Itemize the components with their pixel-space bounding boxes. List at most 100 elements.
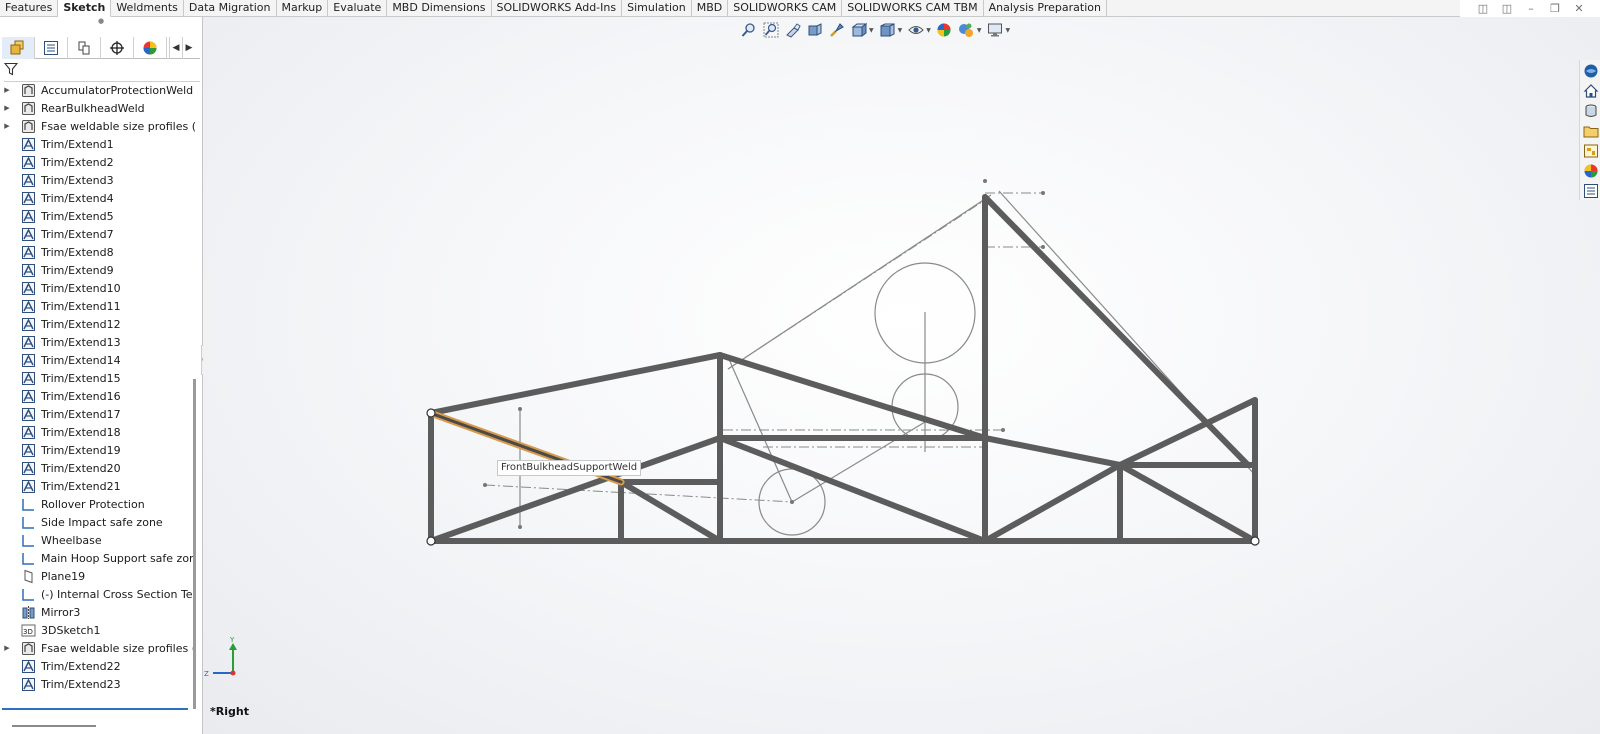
- tree-item[interactable]: Wheelbase: [0, 531, 196, 549]
- expand-arrow-icon[interactable]: ▶: [0, 644, 14, 652]
- tree-item[interactable]: Mirror3: [0, 603, 196, 621]
- command-tab-features[interactable]: Features: [0, 0, 59, 17]
- expand-arrow-icon[interactable]: ▶: [0, 122, 14, 130]
- tab-scroll-left-icon[interactable]: ◀: [169, 37, 182, 59]
- tree-item[interactable]: Trim/Extend3: [0, 171, 196, 189]
- panel-splitter-icon[interactable]: ●: [0, 17, 202, 26]
- rear-lower-diagonal-tube[interactable]: [982, 462, 1123, 544]
- tile-left-icon[interactable]: ◫: [1476, 3, 1490, 16]
- tree-item[interactable]: Trim/Extend11: [0, 297, 196, 315]
- weldment-frame-model[interactable]: [203, 17, 1600, 734]
- command-tab-markup[interactable]: Markup: [277, 0, 329, 17]
- tree-item-label: Trim/Extend22: [41, 659, 121, 673]
- configuration-manager-tab[interactable]: [68, 37, 101, 59]
- tree-item[interactable]: 3D 3DSketch1: [0, 621, 196, 639]
- tile-right-icon[interactable]: ◫: [1500, 3, 1514, 16]
- tree-item-label: Mirror3: [41, 605, 81, 619]
- sketch-point[interactable]: [483, 483, 487, 487]
- property-manager-tab[interactable]: [35, 37, 68, 59]
- front-lower-diagonal-tube[interactable]: [428, 435, 723, 544]
- tree-item[interactable]: Trim/Extend15: [0, 369, 196, 387]
- command-tab-weldments[interactable]: Weldments: [111, 0, 184, 17]
- filter-icon[interactable]: [3, 62, 19, 76]
- sketch-point[interactable]: [790, 500, 794, 504]
- tree-item[interactable]: Trim/Extend4: [0, 189, 196, 207]
- tree-item[interactable]: Side Impact safe zone: [0, 513, 196, 531]
- front-top-node[interactable]: [426, 408, 436, 418]
- command-tab-mbd-dimensions[interactable]: MBD Dimensions: [387, 0, 492, 17]
- command-tab-mbd[interactable]: MBD: [692, 0, 729, 17]
- display-manager-tab[interactable]: [134, 37, 167, 59]
- restore-icon[interactable]: ❐: [1548, 3, 1562, 16]
- tree-item[interactable]: Trim/Extend12: [0, 315, 196, 333]
- feature-tree-tab[interactable]: [2, 37, 35, 59]
- tree-item[interactable]: Trim/Extend21: [0, 477, 196, 495]
- tree-item-label: Trim/Extend14: [41, 353, 121, 367]
- tree-item[interactable]: Trim/Extend13: [0, 333, 196, 351]
- trim-extend-icon: [20, 172, 36, 188]
- rear-upper-rail-tube[interactable]: [982, 435, 1123, 468]
- expand-arrow-icon[interactable]: ▶: [0, 86, 14, 94]
- tree-item[interactable]: Rollover Protection: [0, 495, 196, 513]
- tree-item[interactable]: ▶ AccumulatorProtectionWeld: [0, 81, 196, 99]
- expand-arrow-icon[interactable]: ▶: [0, 104, 14, 112]
- tree-item[interactable]: Main Hoop Support safe zone: [0, 549, 196, 567]
- tree-item[interactable]: Trim/Extend2: [0, 153, 196, 171]
- sketch-point[interactable]: [1041, 245, 1045, 249]
- tree-item[interactable]: ▶ Fsae weldable size profiles (2022) S: [0, 117, 196, 135]
- tree-item[interactable]: Trim/Extend5: [0, 207, 196, 225]
- rear-bottom-node[interactable]: [1250, 536, 1260, 546]
- command-tab-solidworks-cam-tbm[interactable]: SOLIDWORKS CAM TBM: [842, 0, 984, 17]
- tree-horizontal-scrollbar[interactable]: [12, 725, 96, 727]
- command-tab-simulation[interactable]: Simulation: [622, 0, 692, 17]
- graphics-area[interactable]: ▼ ▼ ▼ ▼ ▼ FrontBulkheadSupportWeld Y Z *…: [203, 17, 1600, 734]
- sketch-point[interactable]: [1041, 191, 1045, 195]
- tree-item[interactable]: Trim/Extend18: [0, 423, 196, 441]
- tree-item[interactable]: Trim/Extend22: [0, 657, 196, 675]
- tree-item[interactable]: Trim/Extend19: [0, 441, 196, 459]
- selection-tooltip: FrontBulkheadSupportWeld: [497, 460, 642, 476]
- tree-item[interactable]: Trim/Extend1: [0, 135, 196, 153]
- tree-filter[interactable]: [3, 62, 200, 82]
- front-short-diagonal-tube[interactable]: [618, 479, 723, 544]
- sketch-point[interactable]: [518, 525, 522, 529]
- property-manager-icon: [44, 41, 58, 55]
- command-tab-analysis-preparation[interactable]: Analysis Preparation: [984, 0, 1107, 17]
- command-tab-solidworks-cam[interactable]: SOLIDWORKS CAM: [728, 0, 843, 17]
- tree-item[interactable]: Trim/Extend14: [0, 351, 196, 369]
- command-tab-data-migration[interactable]: Data Migration: [184, 0, 277, 17]
- command-tab-solidworks-add-ins[interactable]: SOLIDWORKS Add-Ins: [492, 0, 623, 17]
- tree-item[interactable]: ▶ Fsae weldable size profiles (2022) S: [0, 639, 196, 657]
- tree-item[interactable]: Trim/Extend8: [0, 243, 196, 261]
- close-icon[interactable]: ✕: [1572, 3, 1586, 16]
- sketch-point[interactable]: [1001, 428, 1005, 432]
- tree-item[interactable]: Trim/Extend20: [0, 459, 196, 477]
- rear-cross-diagonal-tube[interactable]: [1117, 462, 1258, 544]
- command-tab-sketch[interactable]: Sketch: [58, 0, 112, 17]
- tree-vertical-scrollbar[interactable]: [193, 379, 196, 709]
- tab-scroll-right-icon[interactable]: ▶: [182, 37, 195, 59]
- tree-item[interactable]: Trim/Extend17: [0, 405, 196, 423]
- tree-item-label: Rollover Protection: [41, 497, 145, 511]
- tree-item[interactable]: Trim/Extend16: [0, 387, 196, 405]
- tree-item[interactable]: Plane19: [0, 567, 196, 585]
- rollback-bar[interactable]: [2, 708, 188, 710]
- tree-item[interactable]: ▶ RearBulkheadWeld: [0, 99, 196, 117]
- tree-item[interactable]: Trim/Extend9: [0, 261, 196, 279]
- minimize-icon[interactable]: –: [1524, 3, 1538, 16]
- weld-group-icon: [20, 118, 36, 134]
- tree-item[interactable]: Trim/Extend23: [0, 675, 196, 693]
- dimxpert-manager-tab[interactable]: [101, 37, 134, 59]
- tree-item[interactable]: Trim/Extend10: [0, 279, 196, 297]
- sketch-point[interactable]: [518, 407, 522, 411]
- front-bottom-node[interactable]: [426, 536, 436, 546]
- tree-item[interactable]: Trim/Extend7: [0, 225, 196, 243]
- side-diagonal-tube[interactable]: [717, 435, 988, 544]
- sketch-point[interactable]: [983, 179, 987, 183]
- command-tab-evaluate[interactable]: Evaluate: [328, 0, 388, 17]
- upper-side-rail-front-tube[interactable]: [428, 352, 723, 416]
- upper-side-rail-rear-tube[interactable]: [717, 352, 988, 441]
- tree-item-label: Trim/Extend11: [41, 299, 121, 313]
- tree-item[interactable]: (-) Internal Cross Section Templat: [0, 585, 196, 603]
- tree-item-label: (-) Internal Cross Section Templat: [41, 587, 196, 601]
